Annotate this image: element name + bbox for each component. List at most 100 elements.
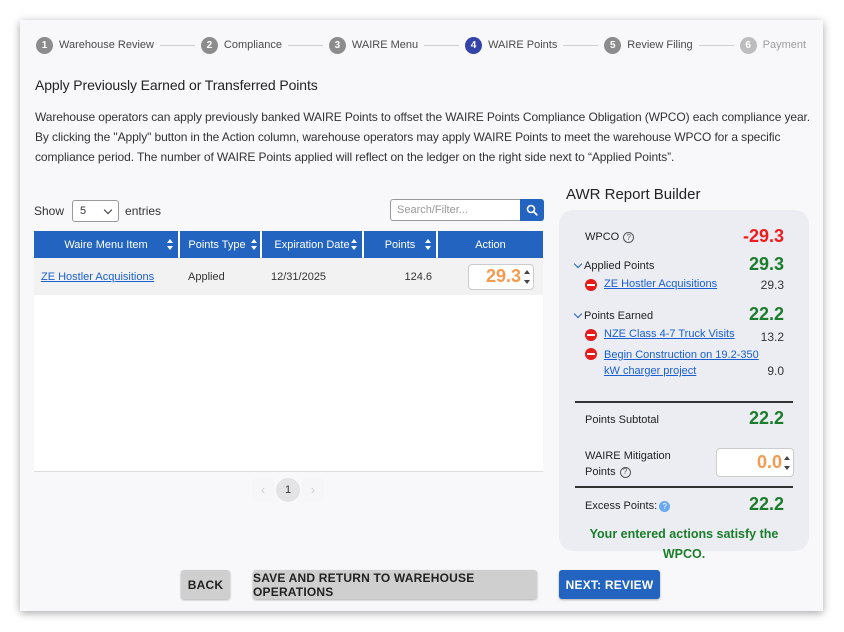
remove-icon[interactable] bbox=[585, 348, 597, 360]
chevron-down-icon bbox=[103, 205, 113, 214]
earned-item-link[interactable]: NZE Class 4-7 Truck Visits bbox=[604, 328, 735, 340]
wpco-label-text: WPCO bbox=[585, 231, 620, 243]
column-header-expiration-date[interactable]: Expiration Date bbox=[262, 231, 364, 258]
column-header-points-type[interactable]: Points Type bbox=[180, 231, 262, 258]
earned-item-value: 9.0 bbox=[767, 364, 784, 378]
step-label: Warehouse Review bbox=[59, 39, 154, 51]
step-payment: 6 Payment bbox=[739, 36, 806, 54]
sort-icon bbox=[351, 239, 357, 250]
back-button[interactable]: BACK bbox=[181, 570, 230, 599]
entries-value: 5 bbox=[80, 205, 87, 217]
search-button[interactable] bbox=[520, 199, 544, 221]
divider bbox=[575, 486, 793, 488]
applied-points-toggle[interactable]: Applied Points bbox=[573, 259, 654, 272]
wpco-value: -29.3 bbox=[742, 226, 784, 246]
next-page-button[interactable]: › bbox=[302, 478, 324, 502]
next-review-button[interactable]: NEXT: REVIEW bbox=[559, 570, 660, 599]
divider bbox=[575, 401, 793, 403]
wpco-label: WPCO? bbox=[585, 231, 635, 243]
column-header-waire-menu-item[interactable]: Waire Menu Item bbox=[34, 231, 180, 258]
remove-icon[interactable] bbox=[585, 279, 597, 291]
column-label: Waire Menu Item bbox=[64, 238, 148, 251]
satisfaction-message: Your entered actions satisfy the WPCO. bbox=[559, 524, 809, 564]
step-warehouse-review[interactable]: 1 Warehouse Review bbox=[36, 36, 154, 54]
step-connector bbox=[563, 44, 599, 46]
step-waire-menu[interactable]: 3 WAIRE Menu bbox=[328, 36, 419, 54]
column-header-points[interactable]: Points bbox=[364, 231, 438, 258]
step-waire-points[interactable]: 4 WAIRE Points bbox=[465, 36, 558, 54]
earned-item-value: 13.2 bbox=[760, 330, 784, 344]
search-box bbox=[390, 199, 544, 221]
save-and-return-button[interactable]: SAVE AND RETURN TO WAREHOUSE OPERATIONS bbox=[253, 570, 537, 599]
earned-item: NZE Class 4-7 Truck Visits 13.2 bbox=[559, 327, 809, 344]
applied-points-total: 29.3 bbox=[748, 254, 784, 274]
progress-stepper: 1 Warehouse Review 2 Compliance 3 WAIRE … bbox=[36, 35, 806, 55]
excess-points-label-text: Excess Points: bbox=[585, 500, 658, 512]
applied-item: ZE Hostler Acquisitions 29.3 bbox=[559, 277, 809, 293]
step-number: 6 bbox=[739, 36, 757, 54]
sort-icon bbox=[425, 239, 431, 250]
cell-points-type: Applied bbox=[188, 270, 225, 283]
cell-expiration-date: 12/31/2025 bbox=[271, 270, 327, 283]
excess-points-row: Excess Points:? 22.2 bbox=[559, 494, 809, 516]
applied-item-link[interactable]: ZE Hostler Acquisitions bbox=[604, 278, 717, 290]
step-label: WAIRE Menu bbox=[351, 39, 419, 51]
applied-points-row[interactable]: Applied Points 29.3 bbox=[559, 254, 809, 276]
spinner-icon[interactable] bbox=[523, 269, 531, 285]
apply-points-input[interactable]: 29.3 bbox=[468, 263, 534, 290]
step-number: 1 bbox=[36, 36, 53, 54]
section-title: Apply Previously Earned or Transferred P… bbox=[35, 77, 318, 93]
show-entries-control: Show 5 entries bbox=[34, 200, 161, 222]
step-connector bbox=[287, 44, 323, 46]
section-description: Warehouse operators can apply previously… bbox=[35, 110, 811, 164]
mitigation-row: WAIRE Mitigation Points? 0.0 bbox=[559, 446, 809, 480]
mitigation-points-value: 0.0 bbox=[756, 452, 782, 472]
page-1-button[interactable]: 1 bbox=[276, 478, 300, 502]
entries-select[interactable]: 5 bbox=[72, 200, 120, 222]
column-header-action: Action bbox=[438, 231, 543, 258]
step-label: WAIRE Points bbox=[488, 39, 558, 51]
step-connector bbox=[698, 44, 734, 46]
cell-item: ZE Hostler Acquisitions bbox=[34, 271, 180, 283]
applied-item-value: 29.3 bbox=[760, 278, 784, 292]
search-icon bbox=[526, 204, 538, 216]
chevron-down-icon bbox=[573, 259, 583, 269]
apply-points-value: 29.3 bbox=[485, 266, 521, 286]
step-number: 5 bbox=[604, 36, 622, 54]
waire-menu-item-link[interactable]: ZE Hostler Acquisitions bbox=[41, 271, 154, 283]
points-earned-toggle[interactable]: Points Earned bbox=[573, 309, 653, 322]
help-icon[interactable]: ? bbox=[619, 466, 631, 478]
previous-page-button[interactable]: ‹ bbox=[252, 478, 274, 502]
subtotal-label: Points Subtotal bbox=[585, 414, 659, 426]
help-icon[interactable]: ? bbox=[659, 500, 671, 512]
search-input[interactable] bbox=[390, 199, 520, 221]
subtotal-value: 22.2 bbox=[748, 408, 784, 428]
step-number: 2 bbox=[200, 36, 218, 54]
sort-icon bbox=[251, 239, 257, 250]
wpco-row: WPCO? -29.3 bbox=[559, 226, 809, 248]
remove-icon[interactable] bbox=[585, 329, 597, 341]
show-label: Show bbox=[34, 204, 65, 218]
mitigation-points-input[interactable]: 0.0 bbox=[716, 448, 794, 477]
step-label: Compliance bbox=[223, 39, 282, 51]
points-earned-row[interactable]: Points Earned 22.2 bbox=[559, 304, 809, 326]
column-label: Points bbox=[384, 238, 416, 251]
step-number: 4 bbox=[465, 36, 483, 54]
step-review-filing[interactable]: 5 Review Filing bbox=[604, 36, 693, 54]
step-compliance[interactable]: 2 Compliance bbox=[200, 36, 282, 54]
excess-points-label: Excess Points:? bbox=[585, 500, 671, 512]
table-header: Waire Menu Item Points Type Expiration D… bbox=[34, 231, 543, 258]
sort-icon bbox=[167, 239, 173, 250]
pagination: ‹ 1 › bbox=[252, 478, 324, 502]
mitigation-label: WAIRE Mitigation Points? bbox=[585, 448, 671, 480]
chevron-down-icon bbox=[573, 309, 583, 319]
earned-item-name-line1: Begin Construction on 19.2-350 bbox=[604, 349, 759, 361]
cell-action: 29.3 bbox=[438, 263, 543, 290]
step-label: Review Filing bbox=[627, 39, 693, 51]
help-icon[interactable]: ? bbox=[623, 231, 635, 243]
spinner-icon[interactable] bbox=[783, 455, 791, 471]
step-connector bbox=[424, 44, 460, 46]
table-row: ZE Hostler Acquisitions Applied 12/31/20… bbox=[34, 258, 543, 295]
subtotal-row: Points Subtotal 22.2 bbox=[559, 408, 809, 430]
earned-item-link[interactable]: Begin Construction on 19.2-350 kW charge… bbox=[604, 347, 759, 379]
